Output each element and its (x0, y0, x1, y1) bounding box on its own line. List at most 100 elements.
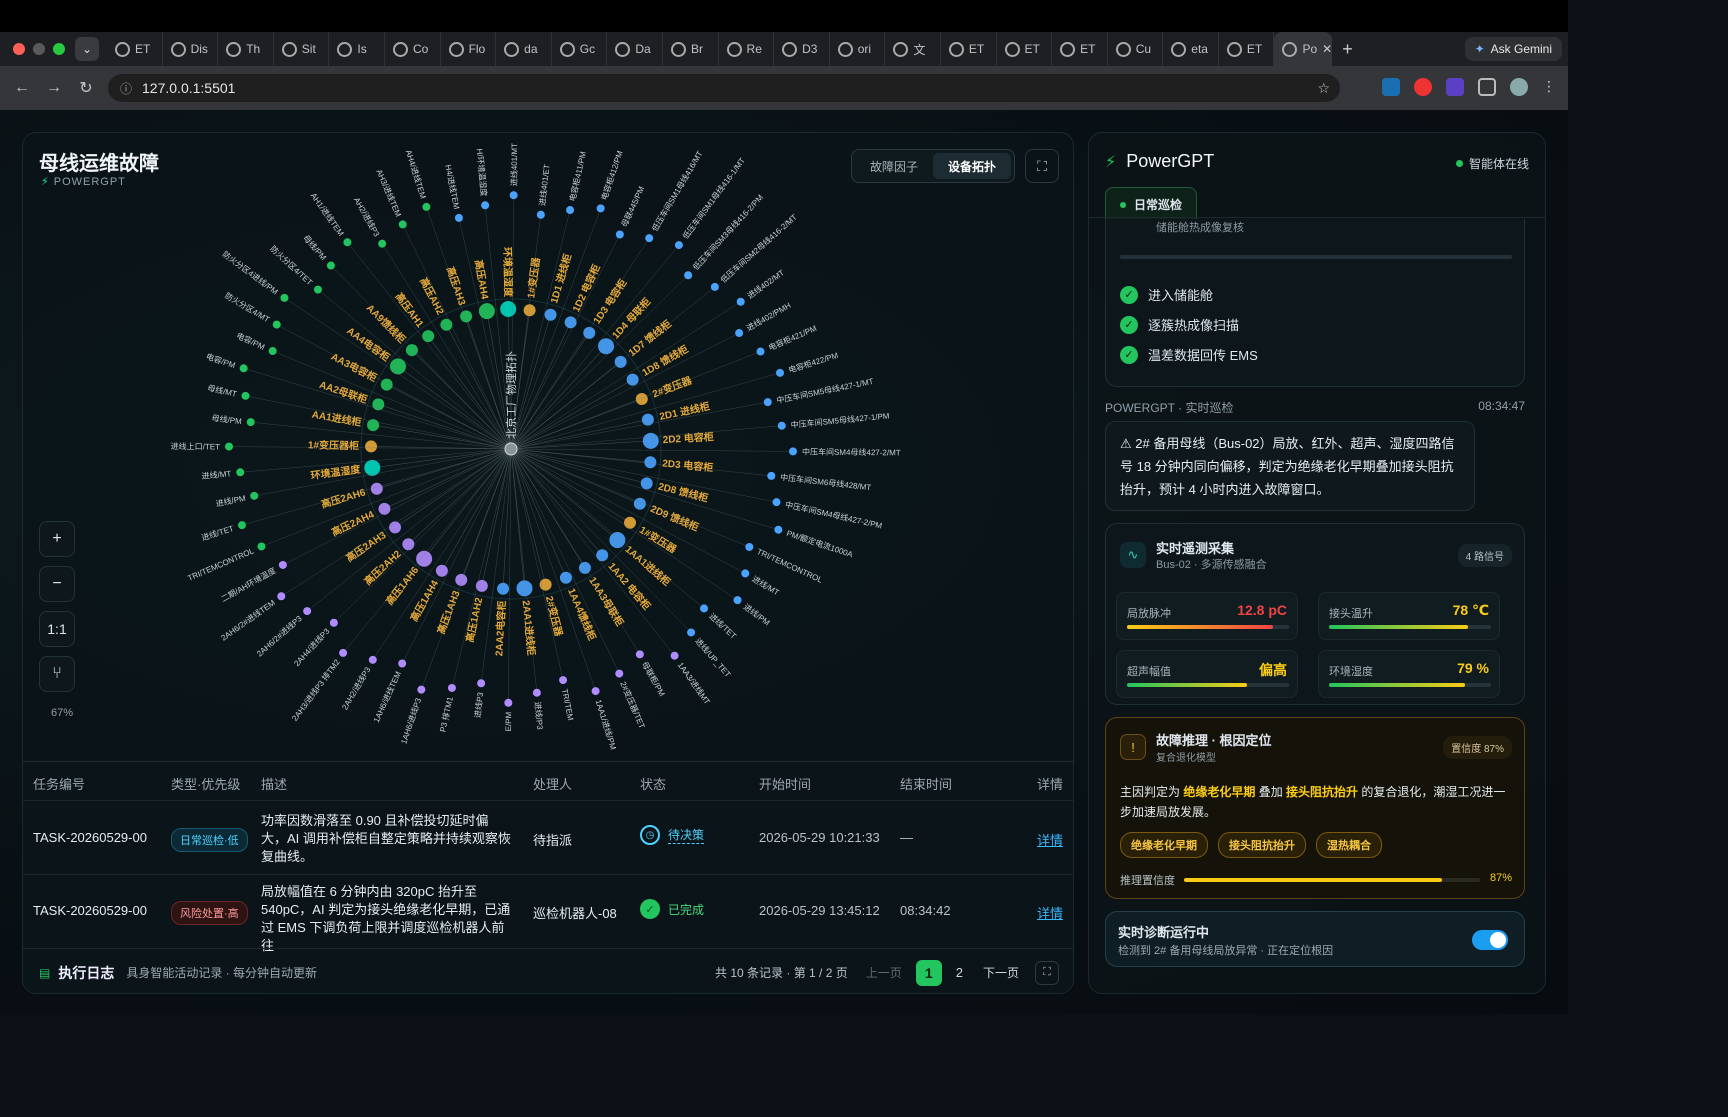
topology-leaf-node[interactable] (454, 213, 463, 222)
browser-tab[interactable]: D3 (774, 32, 830, 66)
topology-node[interactable] (609, 532, 626, 549)
topology-leaf-node[interactable] (398, 220, 407, 229)
new-tab-button[interactable]: + (1332, 39, 1362, 60)
topology-graph[interactable]: 环境温湿度 1#变压器 1D1 进线柜1D2 电容柜1D3 电容柜1D4 母联柜1D… (23, 133, 1074, 761)
url-field[interactable]: ⓘ 127.0.0.1:5501 ☆ (108, 74, 1340, 102)
site-info-icon[interactable]: ⓘ (120, 80, 132, 97)
topology-leaf-node[interactable] (237, 521, 246, 530)
zoom-reset-button[interactable]: 1:1 (39, 611, 75, 647)
topology-leaf-node[interactable] (313, 285, 322, 294)
tab-search-button[interactable]: ⌄ (75, 37, 99, 61)
topology-hub[interactable] (504, 442, 518, 456)
topology-leaf-node[interactable] (645, 234, 654, 243)
topology-node[interactable] (475, 579, 488, 592)
topology-leaf-node[interactable] (339, 648, 348, 657)
topology-leaf-node[interactable] (733, 596, 742, 605)
topology-leaf-node[interactable] (422, 202, 431, 211)
browser-tab[interactable]: 文 (885, 32, 941, 66)
topology-leaf-node[interactable] (532, 688, 541, 697)
topology-leaf-node[interactable] (241, 391, 250, 400)
topology-leaf-node[interactable] (788, 447, 797, 456)
topology-leaf-node[interactable] (684, 271, 693, 280)
diagnosis-toggle[interactable] (1472, 930, 1508, 950)
topology-node[interactable] (642, 432, 659, 449)
table-row[interactable]: TASK-20260529-00 风险处置·高 局放幅值在 6 分钟内由 320… (23, 874, 1073, 953)
browser-tab[interactable]: ET (941, 32, 997, 66)
tab-fault-factors[interactable]: 故障因子 (855, 153, 933, 179)
topology-node[interactable] (365, 440, 378, 453)
topology-node[interactable] (497, 582, 510, 595)
topology-node[interactable] (372, 398, 385, 411)
topology-node[interactable] (367, 419, 380, 432)
topology-leaf-node[interactable] (687, 628, 696, 637)
browser-tab[interactable]: ori (830, 32, 886, 66)
extensions-puzzle-icon[interactable] (1478, 78, 1496, 96)
topology-leaf-node[interactable] (303, 607, 312, 616)
status-badge[interactable]: ✓ 已完成 (640, 899, 704, 919)
topology-leaf-node[interactable] (278, 560, 287, 569)
menu-icon[interactable]: ⋮ (1542, 78, 1556, 96)
forward-icon[interactable]: → (38, 79, 70, 97)
topology-leaf-node[interactable] (481, 201, 490, 210)
tag-chip[interactable]: 接头阻抗抬升 (1218, 832, 1306, 858)
topology-node[interactable] (455, 573, 468, 586)
prev-page-button[interactable]: 上一页 (866, 964, 902, 981)
maximize-window-button[interactable] (53, 43, 65, 55)
topology-leaf-node[interactable] (368, 655, 377, 664)
zoom-in-button[interactable]: + (39, 521, 75, 557)
extension-icon[interactable] (1446, 78, 1464, 96)
topology-node[interactable] (370, 482, 383, 495)
topology-leaf-node[interactable] (225, 442, 234, 451)
topology-node[interactable] (624, 516, 637, 529)
reload-icon[interactable]: ↻ (70, 78, 102, 98)
page-1-button[interactable]: 1 (915, 959, 942, 986)
browser-tab[interactable]: ET (997, 32, 1053, 66)
topology-leaf-node[interactable] (670, 651, 679, 660)
expand-table-icon[interactable]: ⛶ (1035, 960, 1059, 985)
topology-node[interactable] (380, 378, 393, 391)
browser-tab[interactable]: Is (329, 32, 385, 66)
topology-leaf-node[interactable] (378, 239, 387, 248)
topology-leaf-node[interactable] (246, 418, 255, 427)
topology-node[interactable] (516, 580, 533, 597)
topology-leaf-node[interactable] (504, 698, 513, 707)
topology-leaf-node[interactable] (277, 592, 286, 601)
topology-leaf-node[interactable] (736, 297, 745, 306)
topology-leaf-node[interactable] (767, 471, 776, 480)
topology-leaf-node[interactable] (735, 329, 744, 338)
topology-leaf-node[interactable] (257, 542, 266, 551)
topology-node[interactable] (644, 456, 657, 469)
topology-leaf-node[interactable] (591, 687, 600, 696)
status-badge[interactable]: ◷ 待决策 (640, 825, 705, 845)
topology-leaf-node[interactable] (477, 679, 486, 688)
topology-node[interactable] (523, 304, 536, 317)
topology-node[interactable] (402, 538, 415, 551)
topology-leaf-node[interactable] (777, 421, 786, 430)
browser-tab[interactable]: Th (218, 32, 274, 66)
topology-leaf-node[interactable] (772, 498, 781, 507)
topology-leaf-node[interactable] (326, 261, 335, 270)
browser-tab[interactable]: ET (1052, 32, 1108, 66)
browser-tab[interactable]: eta (1163, 32, 1219, 66)
topology-leaf-node[interactable] (615, 230, 624, 239)
zoom-out-button[interactable]: − (39, 566, 75, 602)
topology-leaf-node[interactable] (700, 604, 709, 613)
browser-tab[interactable]: Cu (1108, 32, 1164, 66)
browser-tab[interactable]: Co (385, 32, 441, 66)
topology-leaf-node[interactable] (745, 542, 754, 551)
topology-node[interactable] (564, 316, 577, 329)
topology-node[interactable] (378, 502, 391, 515)
topology-leaf-node[interactable] (398, 659, 407, 668)
browser-tab[interactable]: ET (1219, 32, 1275, 66)
detail-link[interactable]: 详情 (1037, 830, 1063, 849)
topology-leaf-node[interactable] (250, 491, 259, 500)
browser-tab[interactable]: Gc (552, 32, 608, 66)
topology-node[interactable] (440, 318, 453, 331)
topology-leaf-node[interactable] (343, 238, 352, 247)
topology-leaf-node[interactable] (674, 241, 683, 250)
topology-leaf-node[interactable] (776, 368, 785, 377)
topology-node[interactable] (640, 477, 653, 490)
topology-leaf-node[interactable] (417, 685, 426, 694)
profile-avatar[interactable] (1510, 78, 1528, 96)
browser-tab[interactable]: Re (719, 32, 775, 66)
